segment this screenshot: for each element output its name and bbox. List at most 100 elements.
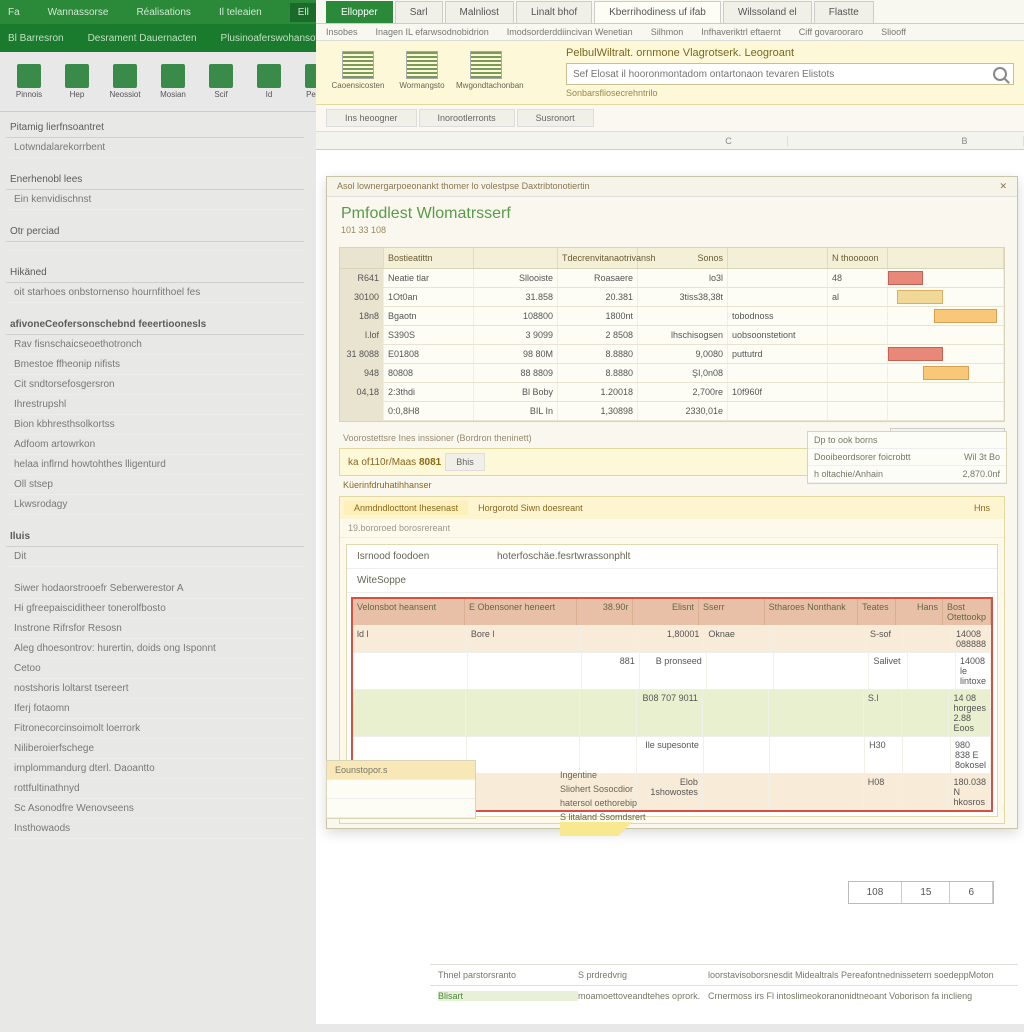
bot-left-hdr: Eounstopor.s — [327, 761, 475, 780]
bottom-mid-list: Ingentine Sliohert Sosocdior hatersol oe… — [560, 768, 646, 824]
table-row[interactable]: 18n8Bgaotn1088001800nttobodnoss — [340, 307, 1004, 326]
subtab[interactable]: Silhmon — [651, 27, 684, 37]
search-mode-button[interactable]: Caoensicosten — [326, 47, 390, 94]
close-icon[interactable]: ✕ — [999, 181, 1007, 192]
ribbon-item[interactable]: Réalisations — [136, 7, 190, 18]
list-item[interactable]: Sc Asonodfre Wenovseens — [6, 799, 304, 819]
grid-row[interactable]: B08 707 9011S.l14 08 horgees 2.88 Eoos — [353, 689, 991, 736]
tab[interactable]: Wilssoland el — [723, 1, 812, 23]
folder-icon — [65, 64, 89, 88]
subtab[interactable]: Imodsorderddiincivan Wenetian — [507, 27, 633, 37]
gear-icon — [209, 64, 233, 88]
search-mode-button[interactable]: Mwgondtachonban — [454, 47, 518, 94]
toolbar-button[interactable]: Pinnois — [8, 64, 50, 99]
toolbar-button[interactable]: Mosian — [152, 64, 194, 99]
list-item[interactable]: rottfultinathnyd — [6, 779, 304, 799]
doc-icon — [17, 64, 41, 88]
small-tab[interactable]: Susronort — [517, 109, 594, 127]
table-row[interactable]: 9488080888 88098.8880ŞI,0n08 — [340, 364, 1004, 383]
list-item[interactable]: irnplommandurg dterl. Daoantto — [6, 759, 304, 779]
list-item[interactable]: Lkwsrodagy — [6, 495, 304, 515]
list-item[interactable]: Ihrestrupshl — [6, 395, 304, 415]
list-item[interactable]: Cit sndtorsefosgersron — [6, 375, 304, 395]
search-icon[interactable] — [993, 67, 1007, 81]
search-mode-button[interactable]: Wormangsto — [390, 47, 454, 94]
tab[interactable]: Ellopper — [326, 1, 393, 23]
list-item[interactable]: Siwer hodaorstrooefr Seberwerestor A — [6, 579, 304, 599]
list-item[interactable]: Bion kbhresthsolkortss — [6, 415, 304, 435]
list-item[interactable] — [6, 242, 304, 251]
ribbon-item-selected[interactable]: Ell — [290, 3, 317, 22]
list-item[interactable]: Cetoo — [6, 659, 304, 679]
search-input[interactable] — [573, 69, 993, 80]
small-tab[interactable]: Inorootlerronts — [419, 109, 515, 127]
list-item[interactable]: Aleg dhoesontrov: hurertin, doids ong Is… — [6, 639, 304, 659]
list-item[interactable]: Iferj fotaomn — [6, 699, 304, 719]
search-hint: Sonbarsfliosecrehntrilo — [566, 88, 1014, 98]
subtab[interactable]: Insobes — [326, 27, 358, 37]
tab[interactable]: Flastte — [814, 1, 874, 23]
toolbar-button[interactable]: Id — [248, 64, 290, 99]
column-headers: C B — [316, 132, 1024, 150]
list-item[interactable]: Dit — [6, 547, 304, 567]
mid-caption: Voorostettsre Ines inssioner (Bordron th… — [339, 429, 536, 447]
ribbon-item[interactable]: Wannassorse — [48, 7, 109, 18]
toolbar-button[interactable]: Hep — [56, 64, 98, 99]
list-item[interactable]: oit starhoes onbstornenso hournfithoel f… — [6, 283, 304, 303]
grid-icon — [342, 51, 374, 79]
dialog: Asol lownergarpoeonankt thomer lo volest… — [326, 176, 1018, 829]
dialog-subtitle: 101 33 108 — [327, 225, 1017, 241]
tab[interactable]: Linalt bhof — [516, 1, 592, 23]
pager-btn[interactable]: 6 — [950, 882, 993, 903]
tab[interactable]: Malnliost — [445, 1, 514, 23]
footer-rows: Thnel parstorsranto S prdredvrig loorsta… — [430, 964, 1018, 1006]
list-item[interactable]: Rav fisnschaicseoethotronch — [6, 335, 304, 355]
list-item[interactable]: Instrone Rifrsfor Resosn — [6, 619, 304, 639]
grid-row[interactable]: 881B pronseedSalivet14008 le lintoxe — [353, 652, 991, 689]
search-input-wrap[interactable] — [566, 63, 1014, 85]
list-item[interactable]: Fitronecorcinsoimolt loerrork — [6, 719, 304, 739]
table-row[interactable]: 301001Ot0an31.85820.3813tiss38,38tal — [340, 288, 1004, 307]
subtab[interactable]: Ciff govarooraro — [799, 27, 863, 37]
table-row[interactable]: 0:0,8H8BIL In1,308982330,01e — [340, 402, 1004, 421]
list-item[interactable]: Hi gfreepaisciditheer tonerolfbosto — [6, 599, 304, 619]
list-item[interactable]: Oll stsep — [6, 475, 304, 495]
pager-btn[interactable]: 108 — [849, 882, 903, 903]
ribbon-sub-item[interactable]: Bl Barresron — [8, 33, 64, 44]
lb-field: Isrnood foodoenhoterfoschäe.fesrtwrasson… — [347, 545, 997, 569]
grid-row[interactable]: ld lBore l1,80001OknaeS-sof14008 088888 — [353, 625, 991, 652]
ribbon-sub-item[interactable]: Plusinoaferswohansot — [221, 33, 319, 44]
table-row[interactable]: l.lofS390S3 90992 8508lhschisogsenuobsoo… — [340, 326, 1004, 345]
list-item[interactable]: Bmestoe ffheonip nifists — [6, 355, 304, 375]
ribbon-item[interactable]: Fa — [8, 7, 20, 18]
small-tab[interactable]: Ins heoogner — [326, 109, 417, 127]
pager: 108 15 6 — [848, 881, 994, 904]
pager-btn[interactable]: 15 — [902, 882, 950, 903]
table-row[interactable]: R641Neatie tlarSllooisteRoasaerelo3l48 — [340, 269, 1004, 288]
list-item[interactable]: helaa inflrnd howtohthes lligenturd — [6, 455, 304, 475]
ribbon-sub-item[interactable]: Desrament Dauernacten — [88, 33, 197, 44]
table-row[interactable]: 04,182:3thdiBl Boby1.200182,700re10f960f — [340, 383, 1004, 402]
list-item[interactable]: Ein kenvidischnst — [6, 190, 304, 210]
mini-row: Dp to ook borns — [808, 432, 1006, 449]
subtab[interactable]: Infhaveriktrl eftaernt — [701, 27, 781, 37]
mid-tab[interactable]: Bhis — [445, 453, 485, 471]
list-item[interactable]: Insthowaods — [6, 819, 304, 839]
list-item[interactable]: Adfoom artowrkon — [6, 435, 304, 455]
main-tabs: Ellopper Sarl Malnliost Linalt bhof Kber… — [316, 0, 1024, 24]
ribbon-item[interactable]: Il teleaien — [219, 7, 262, 18]
list-item[interactable]: nostshoris loltarst tsereert — [6, 679, 304, 699]
list-item[interactable]: Lotwndalarekorrbent — [6, 138, 304, 158]
corner-fold-icon — [560, 822, 690, 836]
subtab[interactable]: Sliooff — [881, 27, 906, 37]
tab[interactable]: Kberrihodiness uf ifab — [594, 1, 721, 23]
subtab[interactable]: Inagen IL efarwsodnobidrion — [376, 27, 489, 37]
list-item[interactable]: Niliberoierfschege — [6, 739, 304, 759]
table-row[interactable]: 31 8088E0180898 80M8.88809,0080puttutrd — [340, 345, 1004, 364]
lowbox-tab[interactable]: Horgorotd Siwn doesreant — [468, 501, 593, 515]
lowbox-tab[interactable]: Anmdndlocttont Ihesenast — [344, 501, 468, 515]
tab[interactable]: Sarl — [395, 1, 443, 23]
toolbar-button[interactable]: Neossiot — [104, 64, 146, 99]
lowbox-tab[interactable]: Hns — [964, 501, 1000, 515]
toolbar-button[interactable]: Scif — [200, 64, 242, 99]
